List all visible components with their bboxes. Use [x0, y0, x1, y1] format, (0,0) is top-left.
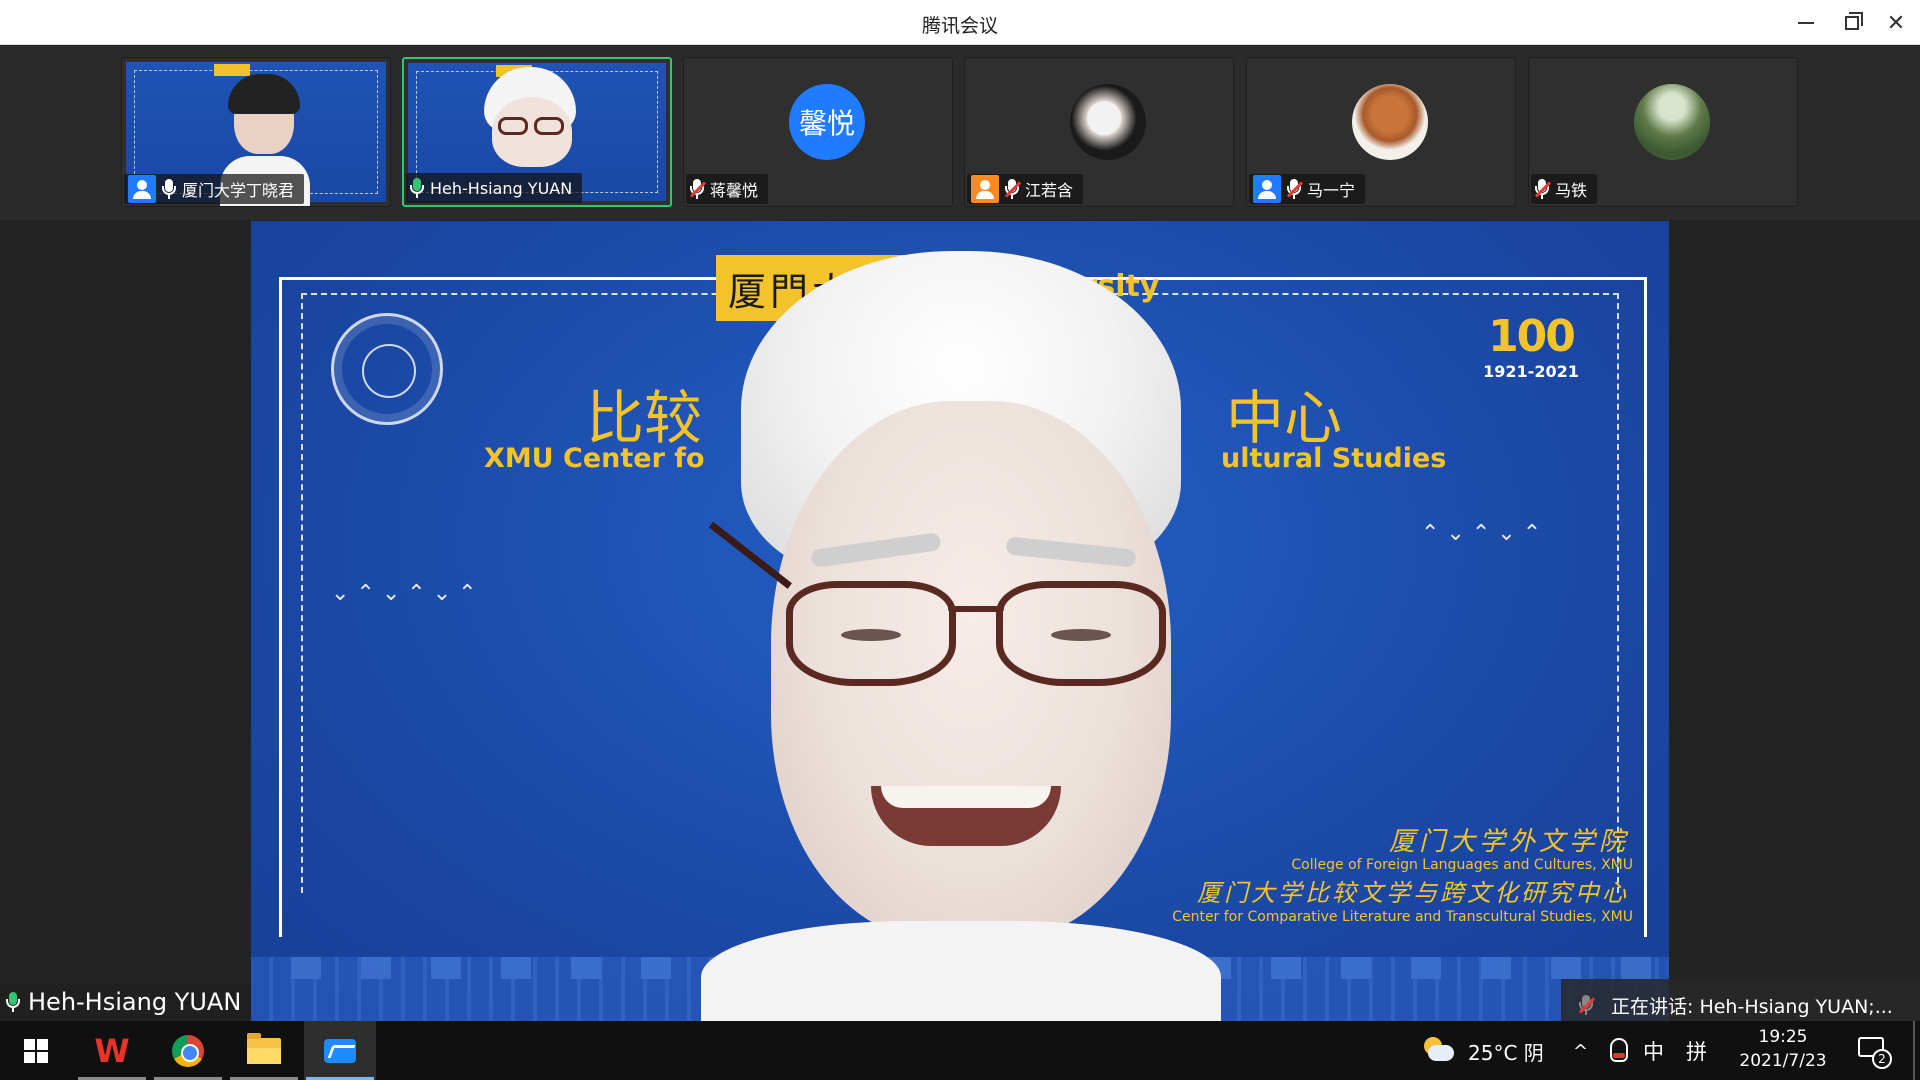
title-bar: 腾讯会议 ✕: [0, 0, 1920, 45]
chevron-up-icon[interactable]: ^: [1573, 1041, 1588, 1062]
restore-button[interactable]: [1834, 8, 1870, 38]
restore-icon: [1845, 12, 1863, 30]
speaker-video-person: [661, 251, 1261, 1021]
participant-name: 马一宁: [1307, 181, 1356, 200]
show-desktop-button[interactable]: [1913, 1021, 1915, 1080]
window-title: 腾讯会议: [921, 15, 998, 37]
tree-landscape-photo-icon: [1634, 84, 1710, 160]
taskbar-app-file-explorer[interactable]: [228, 1021, 300, 1080]
close-icon: ✕: [1886, 10, 1906, 36]
qq-penguin-icon[interactable]: [1610, 1038, 1628, 1062]
mic-muted-icon: [1287, 179, 1301, 199]
mic-muted-icon: [1579, 995, 1593, 1015]
participant-tile[interactable]: 馨悦 蒋馨悦: [683, 57, 953, 207]
participant-nameplate: Heh-Hsiang YUAN: [406, 173, 583, 203]
birds-icon: ⌃ ⌄ ⌃ ⌄ ⌃: [1421, 521, 1542, 546]
participant-name: Heh-Hsiang YUAN: [430, 178, 573, 198]
college-name-cn: 厦门大学外文学院: [1388, 827, 1629, 857]
weather-cloudy-icon[interactable]: [1420, 1035, 1454, 1063]
windows-logo-icon: [24, 1038, 48, 1063]
participant-tile[interactable]: 厦门大学丁晓君: [121, 57, 391, 207]
taskbar-app-wps[interactable]: W: [76, 1021, 148, 1080]
mic-muted-icon: [690, 179, 704, 199]
mic-speaking-icon: [6, 992, 20, 1012]
mic-muted-icon: [1535, 179, 1549, 199]
main-speaker-label: Heh-Hsiang YUAN: [0, 983, 252, 1021]
weather-text[interactable]: 25°C 阴: [1468, 1037, 1544, 1066]
participant-avatar: 馨悦: [789, 84, 865, 160]
folder-icon: [247, 1032, 281, 1064]
participant-nameplate: 江若含: [967, 174, 1084, 204]
notification-center-button[interactable]: 2: [1858, 1037, 1892, 1069]
clock-time: 19:25: [1758, 1027, 1808, 1047]
reading-animal-photo-icon: [1352, 84, 1428, 160]
participant-name: 马铁: [1555, 181, 1588, 200]
participant-name: 蒋馨悦: [710, 181, 759, 200]
ime-mode-indicator[interactable]: 拼: [1686, 1036, 1707, 1066]
speaking-indicator-text: 正在讲话: Heh-Hsiang YUAN;...: [1611, 995, 1893, 1018]
participant-nameplate: 厦门大学丁晓君: [124, 174, 305, 204]
taskbar-app-chrome[interactable]: [152, 1021, 224, 1080]
university-seal-icon: [331, 313, 443, 425]
mic-icon: [162, 179, 176, 199]
start-button[interactable]: [0, 1021, 72, 1080]
close-button[interactable]: ✕: [1878, 8, 1914, 38]
main-speaker-name: Heh-Hsiang YUAN: [28, 988, 242, 1016]
participant-strip: 厦门大学丁晓君 Heh-Hsiang YUAN 馨悦 蒋馨悦 江若含 马一宁 马…: [0, 46, 1920, 220]
minimize-button[interactable]: [1788, 8, 1824, 38]
participant-tile-active[interactable]: Heh-Hsiang YUAN: [402, 57, 672, 207]
participant-nameplate: 马一宁: [1249, 174, 1366, 204]
participant-tile[interactable]: 马一宁: [1246, 57, 1516, 207]
system-clock[interactable]: 19:25 2021/7/23: [1735, 1025, 1831, 1073]
ime-language-indicator[interactable]: 中: [1643, 1036, 1664, 1066]
centennial-logo: 100 1921-2021: [1483, 311, 1579, 381]
participant-name: 江若含: [1025, 181, 1074, 200]
participant-name: 厦门大学丁晓君: [182, 181, 295, 200]
notification-count-badge: 2: [1872, 1049, 1892, 1069]
birds-icon: ⌄ ⌃ ⌄ ⌃ ⌄ ⌃: [331, 581, 477, 606]
tencent-meeting-icon: [324, 1038, 356, 1063]
main-video[interactable]: 厦門大 niversity 100 1921-2021 比较 中心 XMU Ce…: [251, 221, 1669, 1021]
participant-nameplate: 马铁: [1531, 174, 1598, 204]
user-icon: [971, 175, 999, 203]
college-name-en: College of Foreign Languages and Culture…: [1291, 857, 1633, 873]
user-icon: [1253, 175, 1281, 203]
clock-date: 2021/7/23: [1739, 1051, 1827, 1071]
participant-tile[interactable]: 江若含: [964, 57, 1234, 207]
avatar-initials: 馨悦: [798, 107, 855, 140]
wps-icon: W: [94, 1031, 130, 1070]
mic-speaking-icon: [410, 178, 424, 198]
minimize-icon: [1798, 22, 1814, 24]
taskbar-app-tencent-meeting[interactable]: [304, 1021, 376, 1080]
cat-photo-icon: [1070, 84, 1146, 160]
user-icon: [128, 175, 156, 203]
windows-taskbar: W 25°C 阴 ^ 中 拼 19:25 2021/7/23 2: [0, 1021, 1920, 1080]
participant-nameplate: 蒋馨悦: [686, 174, 769, 204]
research-center-cn: 厦门大学比较文学与跨文化研究中心: [1197, 879, 1629, 907]
mic-muted-icon: [1005, 179, 1019, 199]
participant-tile[interactable]: 马铁: [1528, 57, 1798, 207]
chrome-icon: [172, 1034, 204, 1067]
